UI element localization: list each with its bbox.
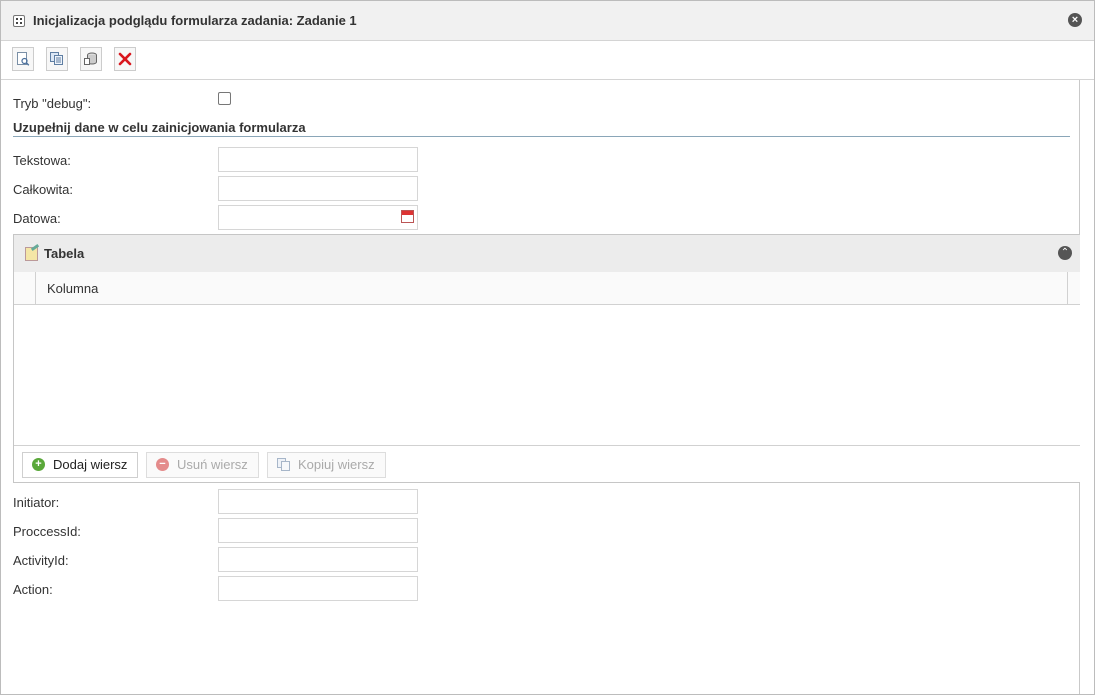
row-number-header [14, 272, 36, 304]
add-icon: + [32, 458, 45, 471]
add-row-button[interactable]: + Dodaj wiersz [22, 452, 139, 478]
collapse-button[interactable]: ⌃ [1058, 246, 1072, 260]
copy-row-icon [277, 458, 290, 471]
form-grid-icon [13, 15, 25, 27]
form-content: Tryb "debug": Uzupełnij dane w celu zain… [1, 80, 1081, 694]
debug-checkbox[interactable] [218, 92, 231, 105]
table-panel: Tabela ⌃ Kolumna + Dodaj wiersz − Usuń w… [13, 234, 1081, 483]
process-id-input[interactable] [218, 518, 418, 543]
table-panel-header: Tabela ⌃ [14, 235, 1080, 273]
copy-row-label: Kopiuj wiersz [298, 457, 375, 472]
table-footer: + Dodaj wiersz − Usuń wiersz Kopiuj wier… [14, 446, 1080, 482]
section-title: Uzupełnij dane w celu zainicjowania form… [13, 120, 306, 135]
calendar-icon[interactable] [401, 210, 414, 223]
remove-row-label: Usuń wiersz [177, 457, 248, 472]
close-button[interactable]: × [1068, 13, 1082, 27]
scrollbar-track[interactable] [1080, 80, 1094, 694]
database-button[interactable] [80, 47, 102, 71]
copy-row-button[interactable]: Kopiuj wiersz [267, 452, 386, 478]
table-header: Kolumna [14, 272, 1080, 305]
remove-row-button[interactable]: − Usuń wiersz [146, 452, 259, 478]
calkowita-label: Całkowita: [13, 182, 73, 197]
toolbar [1, 41, 1094, 80]
datowa-input[interactable] [218, 205, 418, 230]
calkowita-input[interactable] [218, 176, 418, 201]
dialog-window: Inicjalizacja podglądu formularza zadani… [0, 0, 1095, 695]
remove-icon: − [156, 458, 169, 471]
delete-icon [118, 52, 132, 66]
preview-icon [17, 52, 30, 66]
dialog-title: Inicjalizacja podglądu formularza zadani… [33, 13, 357, 28]
copy-form-button[interactable] [46, 47, 68, 71]
table-panel-title: Tabela [44, 246, 85, 261]
initiator-label: Initiator: [13, 495, 60, 510]
table-edit-icon [25, 247, 38, 261]
datowa-label: Datowa: [13, 211, 61, 226]
tekstowa-label: Tekstowa: [13, 153, 71, 168]
tekstowa-input[interactable] [218, 147, 418, 172]
copy-icon [50, 52, 63, 65]
column-header-kolumna[interactable]: Kolumna [36, 272, 1068, 304]
activity-id-input[interactable] [218, 547, 418, 572]
process-id-label: ProccessId: [13, 524, 81, 539]
activity-id-label: ActivityId: [13, 553, 69, 568]
section-divider [13, 136, 1070, 137]
action-input[interactable] [218, 576, 418, 601]
add-row-label: Dodaj wiersz [53, 457, 128, 472]
debug-label: Tryb "debug": [13, 96, 92, 111]
initiator-input[interactable] [218, 489, 418, 514]
table-body [14, 305, 1080, 446]
dialog-titlebar: Inicjalizacja podglądu formularza zadani… [1, 1, 1094, 41]
database-icon [84, 52, 97, 65]
delete-button[interactable] [114, 47, 136, 71]
preview-button[interactable] [12, 47, 34, 71]
action-label: Action: [13, 582, 53, 597]
